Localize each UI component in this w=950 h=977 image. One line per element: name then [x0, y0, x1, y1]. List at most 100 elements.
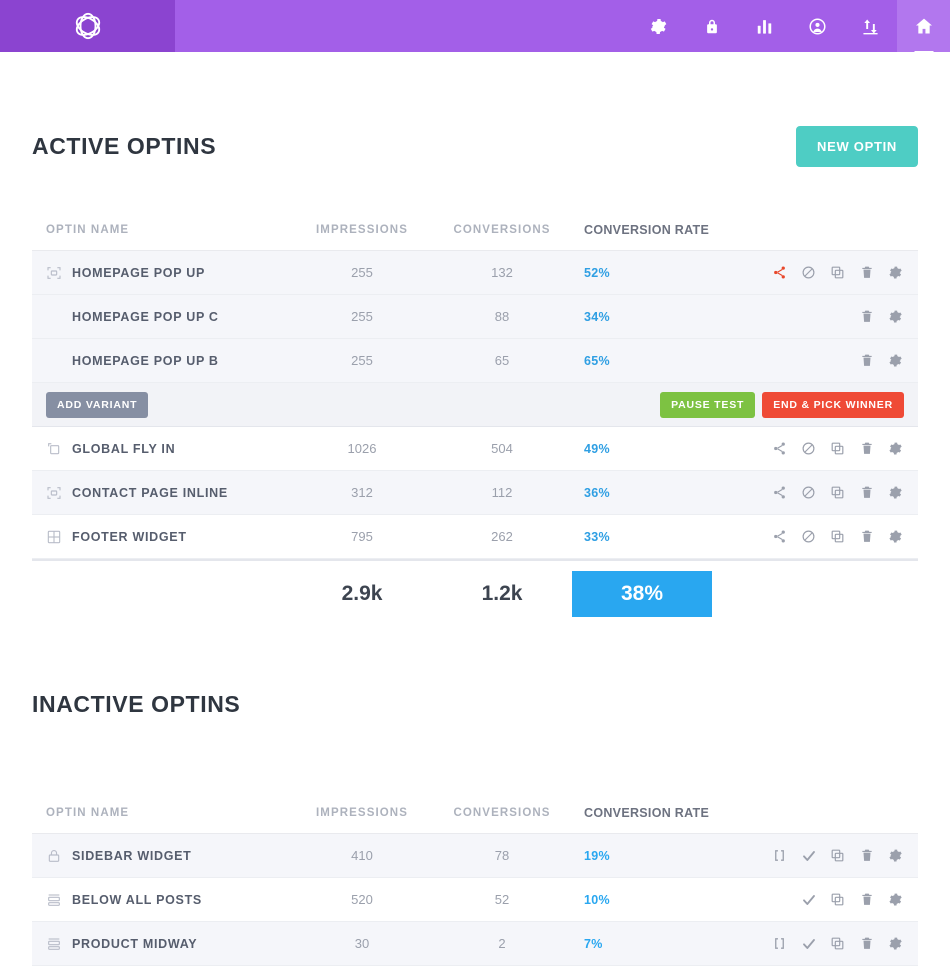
optin-name-cell: CONTACT PAGE INLINE [32, 485, 292, 501]
nav-item-analytics[interactable] [738, 0, 791, 52]
conversion-rate-value: 19% [584, 848, 610, 863]
gear-icon[interactable] [887, 352, 904, 369]
table-row[interactable]: SIDEBAR WIDGET 410 78 19% [32, 834, 918, 878]
optin-name: SIDEBAR WIDGET [72, 848, 192, 863]
check-icon[interactable] [800, 891, 817, 908]
pause-test-button[interactable]: PAUSE TEST [660, 391, 756, 418]
inactive-section-header: INACTIVE OPTINS [32, 691, 918, 718]
disable-icon[interactable] [800, 528, 817, 545]
gear-icon[interactable] [887, 440, 904, 457]
conversion-rate-value: 7% [584, 936, 603, 951]
row-actions [712, 352, 918, 369]
lock-icon [48, 849, 60, 862]
knot-logo-icon [75, 12, 100, 40]
add-variant-button[interactable]: ADD VARIANT [46, 391, 149, 418]
conversion-rate-value: 52% [584, 265, 610, 280]
trash-icon[interactable] [858, 847, 875, 864]
disable-icon[interactable] [800, 264, 817, 281]
table-row[interactable]: HOMEPAGE POP UP C 255 88 34% [32, 295, 918, 339]
optin-name: HOMEPAGE POP UP [72, 265, 205, 280]
check-icon[interactable] [800, 935, 817, 952]
share-icon[interactable] [771, 528, 788, 545]
active-optins-table: OPTIN NAME IMPRESSIONS CONVERSIONS CONVE… [32, 209, 918, 617]
duplicate-icon[interactable] [829, 484, 846, 501]
inactive-optins-table: OPTIN NAME IMPRESSIONS CONVERSIONS CONVE… [32, 792, 918, 966]
trash-icon[interactable] [858, 308, 875, 325]
gear-icon[interactable] [887, 264, 904, 281]
optin-name: FOOTER WIDGET [72, 529, 187, 544]
gear-icon [650, 18, 667, 34]
nav-item-transfer[interactable] [844, 0, 897, 52]
totals-row: 2.9k 1.2k 38% [32, 571, 918, 617]
table-row[interactable]: FOOTER WIDGET 795 262 33% [32, 515, 918, 559]
table-row[interactable]: BELOW ALL POSTS 520 52 10% [32, 878, 918, 922]
impressions-value: 312 [351, 485, 373, 500]
nav-item-security[interactable] [685, 0, 738, 52]
column-header-conversions: CONVERSIONS [453, 806, 551, 819]
row-actions [712, 308, 918, 325]
share-icon[interactable] [771, 264, 788, 281]
duplicate-icon[interactable] [829, 847, 846, 864]
trash-icon[interactable] [858, 484, 875, 501]
shortcode-icon[interactable] [771, 935, 788, 952]
table-row[interactable]: HOMEPAGE POP UP 255 132 52% [32, 251, 918, 295]
row-actions [712, 528, 918, 545]
end-pick-winner-button[interactable]: END & PICK WINNER [762, 391, 904, 418]
lightbox-icon [47, 266, 61, 279]
inactive-table-header: OPTIN NAME IMPRESSIONS CONVERSIONS CONVE… [32, 792, 918, 834]
stack-icon [48, 893, 60, 906]
gear-icon[interactable] [887, 935, 904, 952]
table-row[interactable]: CONTACT PAGE INLINE 312 112 36% [32, 471, 918, 515]
disable-icon[interactable] [800, 440, 817, 457]
trash-icon[interactable] [858, 352, 875, 369]
conversions-value: 78 [494, 848, 510, 863]
gear-icon[interactable] [887, 308, 904, 325]
nav-item-dashboard[interactable] [897, 0, 950, 52]
table-row[interactable]: HOMEPAGE POP UP B 255 65 65% [32, 339, 918, 383]
duplicate-icon[interactable] [829, 935, 846, 952]
gear-icon[interactable] [887, 891, 904, 908]
lock-icon [706, 19, 717, 33]
gear-icon[interactable] [887, 528, 904, 545]
table-row[interactable]: GLOBAL FLY IN 1026 504 49% [32, 427, 918, 471]
share-icon[interactable] [771, 440, 788, 457]
nav-item-settings[interactable] [632, 0, 685, 52]
impressions-value: 255 [351, 309, 373, 324]
duplicate-icon[interactable] [829, 528, 846, 545]
trash-icon[interactable] [858, 528, 875, 545]
lightbox-icon [47, 486, 61, 499]
conversion-rate-value: 65% [584, 353, 610, 368]
duplicate-icon[interactable] [829, 891, 846, 908]
new-optin-button[interactable]: NEW OPTIN [796, 126, 918, 167]
gear-icon[interactable] [887, 847, 904, 864]
logo-block[interactable] [0, 0, 175, 52]
duplicate-icon[interactable] [829, 440, 846, 457]
trash-icon[interactable] [858, 440, 875, 457]
row-actions [712, 440, 918, 457]
shortcode-icon[interactable] [771, 847, 788, 864]
trash-icon[interactable] [858, 935, 875, 952]
spacer-active [32, 167, 918, 209]
optin-name: CONTACT PAGE INLINE [72, 485, 228, 500]
optin-name-cell: SIDEBAR WIDGET [32, 848, 292, 864]
table-row[interactable]: PRODUCT MIDWAY 30 2 7% [32, 922, 918, 966]
impressions-value: 255 [351, 265, 373, 280]
conversions-value: 52 [494, 892, 510, 907]
gear-icon[interactable] [887, 484, 904, 501]
duplicate-icon[interactable] [829, 264, 846, 281]
sort-arrows-icon [863, 19, 878, 34]
trash-icon[interactable] [858, 891, 875, 908]
share-icon[interactable] [771, 484, 788, 501]
home-icon [915, 18, 932, 34]
row-actions [712, 847, 918, 864]
trash-icon[interactable] [858, 264, 875, 281]
column-header-name: OPTIN NAME [46, 806, 130, 819]
optin-name-cell: PRODUCT MIDWAY [32, 936, 292, 952]
disable-icon[interactable] [800, 484, 817, 501]
check-icon[interactable] [800, 847, 817, 864]
optin-name: GLOBAL FLY IN [72, 441, 176, 456]
nav-item-account[interactable] [791, 0, 844, 52]
total-impressions: 2.9k [341, 582, 383, 605]
row-actions [712, 264, 918, 281]
impressions-value: 1026 [347, 441, 377, 456]
